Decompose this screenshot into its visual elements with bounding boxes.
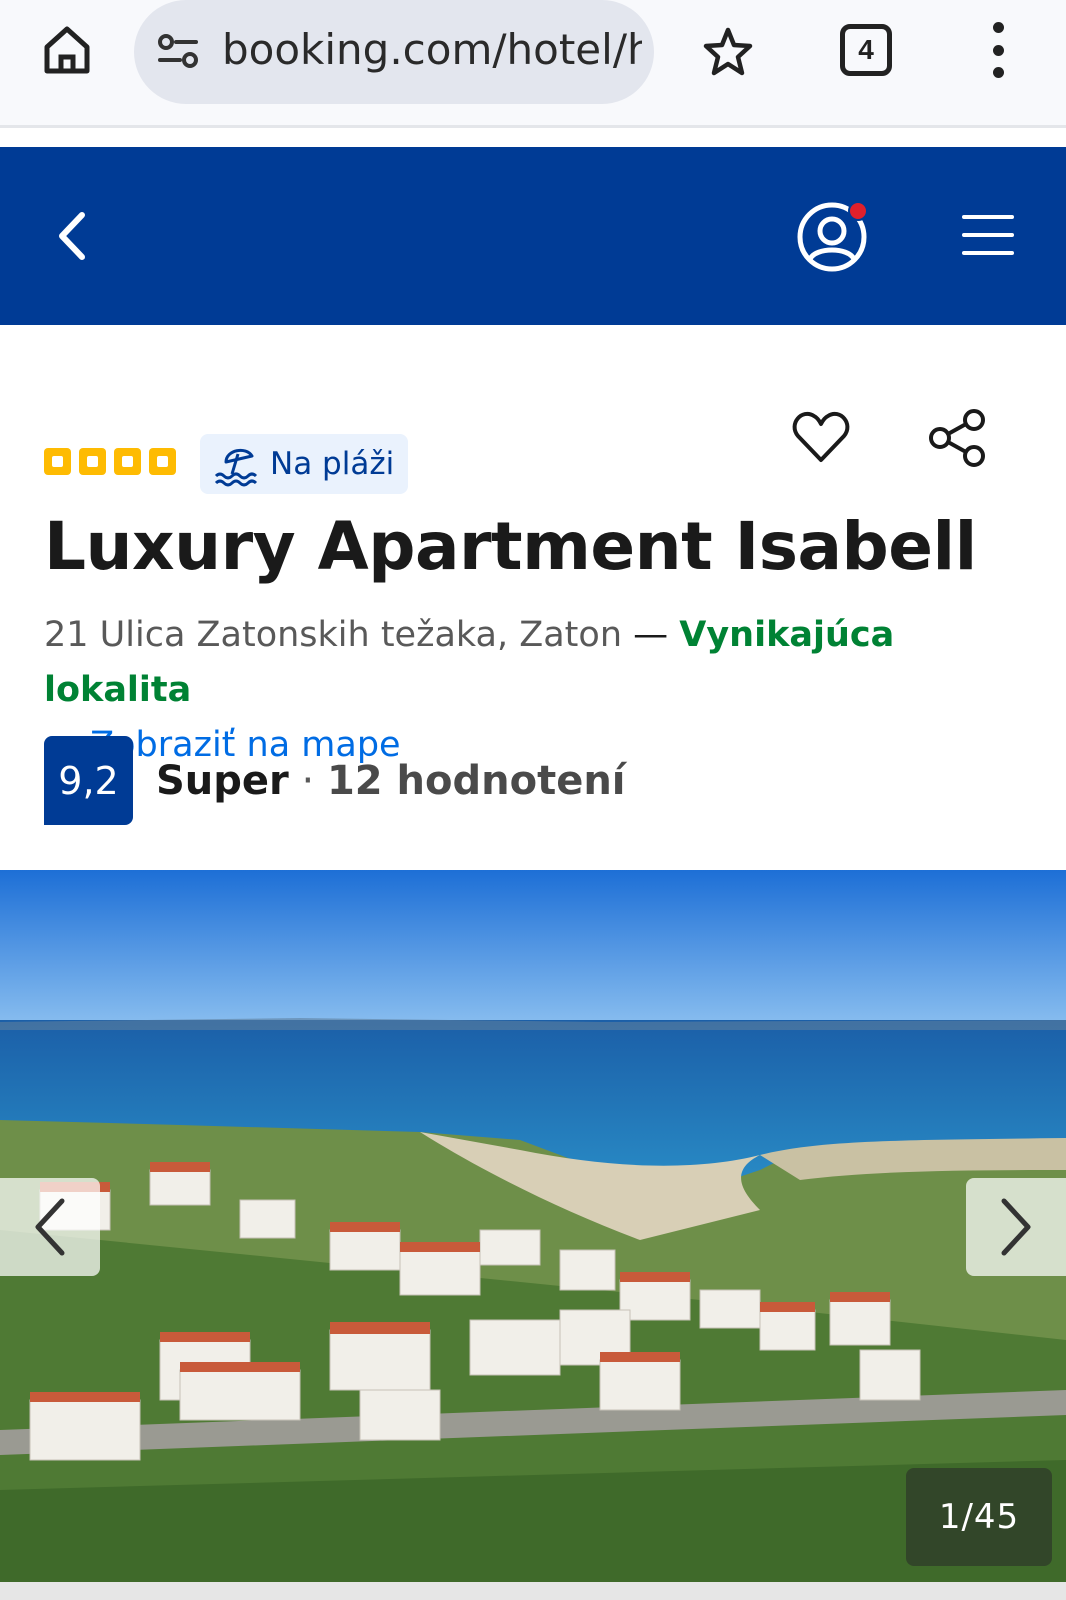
back-button[interactable] xyxy=(44,205,106,267)
review-summary[interactable]: Super · 12 hodnotení xyxy=(156,758,626,804)
star-icon xyxy=(114,448,141,475)
more-vert-dot xyxy=(992,67,1004,78)
bookmark-button[interactable] xyxy=(700,24,756,80)
next-photo-button[interactable] xyxy=(966,1178,1066,1276)
browser-toolbar: booking.com/hotel/hr/luxury-apartment-is… xyxy=(0,0,1066,128)
address-block: 21 Ulica Zatonskih težaka, Zaton — Vynik… xyxy=(44,608,1034,773)
chevron-right-icon xyxy=(1001,1198,1031,1256)
address-bar[interactable]: booking.com/hotel/hr/luxury-apartment-is… xyxy=(134,0,654,104)
save-favorite-button[interactable] xyxy=(790,406,852,468)
more-vert-icon xyxy=(992,22,1004,33)
hamburger-menu-icon xyxy=(962,215,1014,219)
address-text: 21 Ulica Zatonskih težaka, Zaton xyxy=(44,615,622,655)
home-button[interactable] xyxy=(36,18,98,80)
rating-separator: · xyxy=(301,758,315,804)
notification-dot xyxy=(848,201,868,221)
star-rating xyxy=(44,448,176,475)
app-header xyxy=(0,147,1066,325)
url-text: booking.com/hotel/hr/luxury-apartment-is… xyxy=(222,25,642,74)
share-icon xyxy=(929,409,985,467)
menu-line xyxy=(962,233,1014,237)
beach-badge: Na pláži xyxy=(200,434,409,494)
back-arrow-icon xyxy=(59,212,85,260)
beach-umbrella-icon xyxy=(214,448,258,487)
star-icon xyxy=(149,448,176,475)
home-icon xyxy=(44,26,90,74)
bottom-divider xyxy=(0,1582,1066,1600)
photo-counter: 1/45 xyxy=(906,1468,1052,1566)
bookmark-star-icon xyxy=(703,27,753,76)
property-title: Luxury Apartment Isabell xyxy=(44,508,977,585)
chevron-left-icon xyxy=(35,1198,65,1256)
menu-line xyxy=(962,251,1014,255)
more-options-button[interactable] xyxy=(978,22,1018,78)
previous-photo-button[interactable] xyxy=(0,1178,100,1276)
heart-icon xyxy=(792,412,850,462)
star-icon xyxy=(79,448,106,475)
tabs-button[interactable]: 4 xyxy=(840,24,892,76)
rating-word: Super xyxy=(156,758,289,804)
site-settings-icon xyxy=(158,34,198,68)
review-score-badge[interactable]: 9,2 xyxy=(44,736,133,825)
separator-dash: — xyxy=(633,615,669,655)
tab-count: 4 xyxy=(858,34,874,65)
menu-button[interactable] xyxy=(962,215,1014,255)
more-vert-dot xyxy=(992,44,1004,56)
share-button[interactable] xyxy=(926,408,988,468)
badge-label: Na pláži xyxy=(270,446,395,482)
review-count: 12 hodnotení xyxy=(326,758,626,804)
star-icon xyxy=(44,448,71,475)
